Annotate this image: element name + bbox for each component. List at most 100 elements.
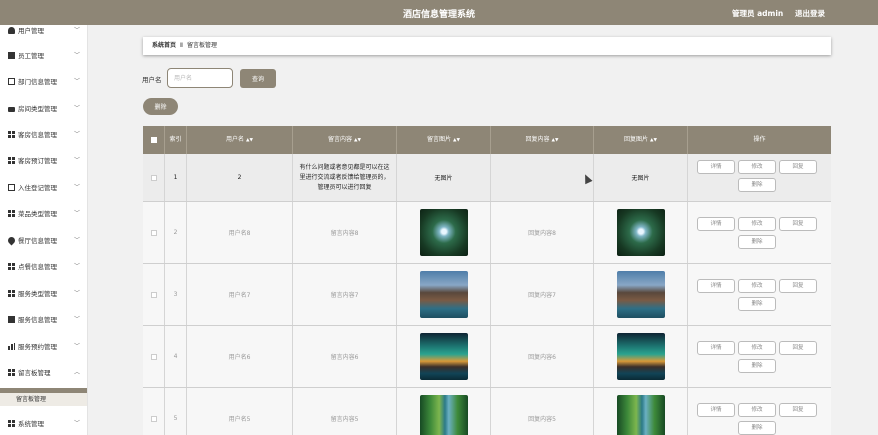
sidebar-item-checkin[interactable]: 入住登记管理 ﹀ [0, 175, 87, 201]
row-reply: 回复内容6 [491, 326, 594, 387]
bars-icon [8, 343, 15, 350]
coast-image[interactable] [616, 271, 665, 318]
header-select-cell [143, 126, 165, 154]
row-ops-group: 详情 修改 回复 删除 [688, 388, 831, 435]
delete-button[interactable]: 删除 [738, 359, 776, 373]
sidebar-item-staff[interactable]: 员工管理 ﹀ [0, 43, 87, 69]
sidebar-item-departments[interactable]: 部门信息管理 ﹀ [0, 69, 87, 95]
sidebar-item-restaurant[interactable]: 餐厅信息管理 ﹀ [0, 228, 87, 254]
row-ops: 详情 修改 回复 删除 [688, 388, 831, 435]
sidebar-item-messages[interactable]: 留言板管理 ︿ [0, 360, 87, 386]
reply-button[interactable]: 回复 [779, 217, 817, 231]
row-ops: 详情 修改 回复 删除 [688, 264, 831, 325]
row-content: 留言内容6 [293, 326, 397, 387]
grid-icon [8, 131, 15, 138]
sidebar-item-room-types[interactable]: 房间类型管理 ﹀ [0, 96, 87, 122]
reply-button[interactable]: 回复 [779, 160, 817, 174]
row-checkbox[interactable] [150, 353, 157, 360]
header-content[interactable]: 留言内容 ▲▼ [293, 126, 397, 154]
table-row: 1 2 有什么问题或者意见都是可以在这里进行交流或者反馈给管理员的，管理员可以进… [143, 154, 831, 202]
row-select-cell [143, 154, 165, 201]
chevron-down-icon: ﹀ [74, 27, 81, 34]
row-checkbox[interactable] [150, 229, 157, 236]
row-image: 无图片 [397, 154, 491, 201]
row-reply [491, 154, 594, 201]
username-search-input[interactable] [167, 68, 233, 88]
header-username[interactable]: 用户名 ▲▼ [187, 126, 293, 154]
header-reply[interactable]: 回复内容 ▲▼ [491, 126, 594, 154]
chevron-down-icon: ﹀ [74, 52, 81, 59]
aurora-image[interactable] [616, 333, 665, 380]
chevron-down-icon: ﹀ [74, 237, 81, 244]
table-row: 2 用户名8 留言内容8 回复内容8 详情 修改 回复 删除 [143, 202, 831, 264]
row-image-cell [397, 326, 491, 387]
row-username: 用户名6 [187, 326, 293, 387]
sidebar-item-rooms[interactable]: 客房信息管理 ﹀ [0, 122, 87, 148]
row-checkbox[interactable] [150, 291, 157, 298]
sidebar-item-orders[interactable]: 点餐信息管理 ﹀ [0, 254, 87, 280]
breadcrumb-home[interactable]: 系统首页 [152, 42, 176, 49]
row-checkbox[interactable] [150, 174, 157, 181]
reply-button[interactable]: 回复 [779, 403, 817, 417]
header-image[interactable]: 留言图片 ▲▼ [397, 126, 491, 154]
sidebar-item-system[interactable]: 系统管理 ﹀ [0, 411, 87, 435]
row-reply-image-cell [594, 264, 688, 325]
coast-image[interactable] [419, 271, 468, 318]
sidebar-subitem-message-board[interactable]: 留言板管理 [0, 393, 87, 406]
sidebar-item-dish-types[interactable]: 菜品类型管理 ﹀ [0, 201, 87, 227]
row-checkbox[interactable] [150, 415, 157, 422]
query-button[interactable]: 查询 [240, 69, 276, 88]
table-row: 5 用户名5 留言内容5 回复内容5 详情 修改 回复 删除 [143, 388, 831, 435]
forest-image[interactable] [419, 209, 468, 256]
edit-button[interactable]: 修改 [738, 341, 776, 355]
sidebar-item-label: 客房预订管理 [18, 157, 57, 165]
reply-button[interactable]: 回复 [779, 341, 817, 355]
sort-icon: ▲▼ [551, 138, 559, 143]
header-reply-label: 回复内容 [525, 136, 550, 143]
sidebar-item-services[interactable]: 服务信息管理 ﹀ [0, 307, 87, 333]
sidebar-item-users[interactable]: 用户管理 ﹀ [0, 25, 87, 44]
row-ops-group: 详情 修改 回复 删除 [688, 202, 831, 263]
grid-icon [8, 420, 15, 427]
aurora-image[interactable] [419, 333, 468, 380]
edit-button[interactable]: 修改 [738, 160, 776, 174]
sidebar-item-bookings[interactable]: 客房预订管理 ﹀ [0, 148, 87, 174]
detail-button[interactable]: 详情 [697, 217, 735, 231]
row-select-cell [143, 202, 165, 263]
river-image[interactable] [616, 395, 665, 435]
row-username: 用户名8 [187, 202, 293, 263]
delete-button[interactable]: 删除 [738, 421, 776, 435]
table-header: 索引 用户名 ▲▼ 留言内容 ▲▼ 留言图片 ▲▼ 回复内容 ▲▼ 回复图片 ▲▼ 操作 [143, 126, 831, 154]
chevron-down-icon: ﹀ [74, 210, 81, 217]
delete-button[interactable]: 删除 [738, 235, 776, 249]
delete-button[interactable]: 删除 [738, 297, 776, 311]
breadcrumb-current: 留言板管理 [186, 42, 217, 49]
sort-icon: ▲▼ [453, 138, 460, 143]
header-reply-image[interactable]: 回复图片 ▲▼ [594, 126, 688, 154]
delete-button[interactable]: 删除 [738, 178, 776, 192]
select-all-checkbox[interactable] [151, 137, 157, 143]
breadcrumb-separator: Ⅱ [180, 42, 183, 49]
detail-button[interactable]: 详情 [697, 341, 735, 355]
logout-link[interactable]: 退出登录 [795, 8, 825, 19]
row-reply-image-cell [594, 202, 688, 263]
header-reply-image-label: 回复图片 [624, 136, 649, 143]
row-ops-group: 详情 修改 回复 删除 [688, 326, 831, 387]
batch-delete-button[interactable]: 删除 [143, 98, 178, 115]
chevron-down-icon: ﹀ [74, 131, 81, 138]
edit-button[interactable]: 修改 [738, 403, 776, 417]
edit-button[interactable]: 修改 [738, 279, 776, 293]
header-username-label: 用户名 [226, 136, 245, 143]
detail-button[interactable]: 详情 [697, 160, 735, 174]
detail-button[interactable]: 详情 [697, 403, 735, 417]
edit-button[interactable]: 修改 [738, 217, 776, 231]
row-image-cell [397, 202, 491, 263]
sidebar-item-appointments[interactable]: 服务预约管理 ﹀ [0, 334, 87, 360]
detail-button[interactable]: 详情 [697, 279, 735, 293]
sidebar-item-label: 留言板管理 [18, 369, 51, 377]
river-image[interactable] [419, 395, 468, 435]
sidebar-item-service-types[interactable]: 服务类型管理 ﹀ [0, 281, 87, 307]
forest-image[interactable] [616, 209, 665, 256]
reply-button[interactable]: 回复 [779, 279, 817, 293]
sort-icon: ▲▼ [650, 138, 657, 143]
